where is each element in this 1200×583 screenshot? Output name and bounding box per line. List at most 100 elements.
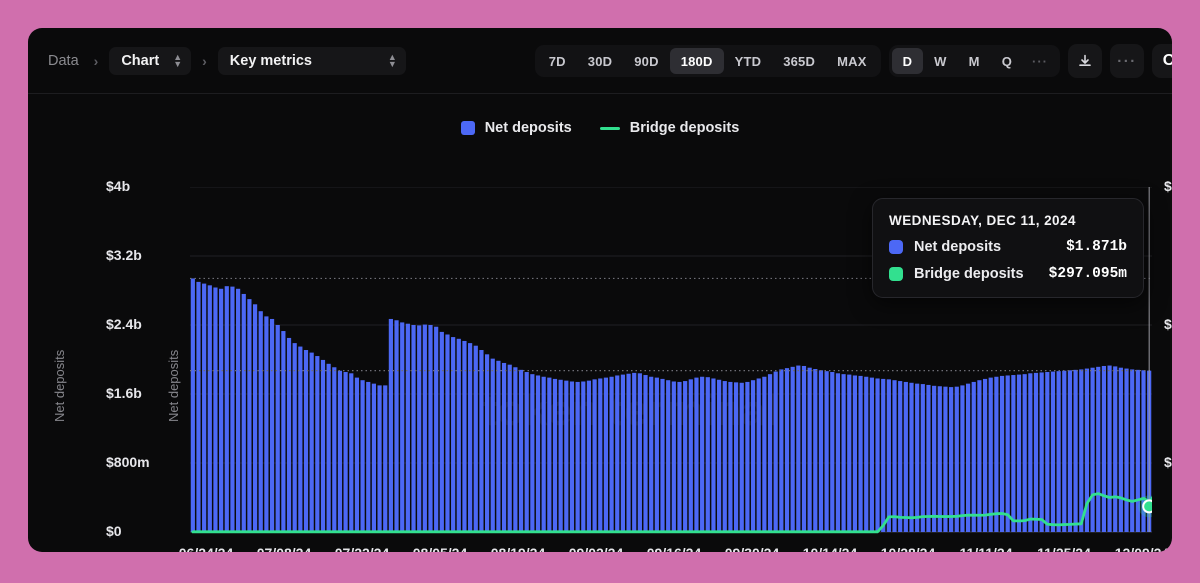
range-option-30d[interactable]: 30D: [577, 48, 623, 74]
granularity-option-q[interactable]: Q: [991, 48, 1023, 74]
range-option-max[interactable]: MAX: [826, 48, 878, 74]
bar: [751, 380, 755, 532]
bar: [706, 377, 710, 532]
bar: [915, 384, 919, 532]
bar: [349, 373, 353, 532]
tooltip-row-1: Net deposits$1.871b: [889, 239, 1127, 255]
bar: [502, 363, 506, 532]
granularity-option-d[interactable]: D: [892, 48, 924, 74]
bar: [989, 378, 993, 532]
x-tick-5: 09/02/24: [569, 545, 624, 552]
chart-legend: Net deposits Bridge deposits: [28, 120, 1172, 136]
bar: [723, 381, 727, 532]
bar: [445, 334, 449, 532]
bar: [632, 373, 636, 532]
tooltip-series-label: Bridge deposits: [914, 266, 1049, 282]
bar: [315, 356, 319, 532]
x-tick-8: 10/14/24: [803, 545, 858, 552]
bar: [225, 286, 229, 532]
bar: [638, 373, 642, 532]
bar: [1062, 371, 1066, 532]
chart-area: Net depositsBridge deposits token termin…: [28, 94, 1172, 552]
bar: [1119, 368, 1123, 532]
bar: [259, 311, 263, 532]
bar: [745, 382, 749, 532]
legend-label: Bridge deposits: [630, 120, 740, 136]
bar: [864, 377, 868, 532]
range-option-365d[interactable]: 365D: [772, 48, 826, 74]
highlighted-data-point[interactable]: [1143, 500, 1152, 512]
bar: [621, 375, 625, 532]
bar: [847, 375, 851, 532]
bar: [513, 367, 517, 532]
account-button[interactable]: O: [1152, 44, 1172, 78]
x-tick-0: 06/24/24: [179, 545, 234, 552]
download-button[interactable]: [1068, 44, 1102, 78]
bar: [242, 294, 246, 532]
page-root: Data › Chart ▲▼ › Key metrics ▲▼ 7D30D90…: [0, 0, 1200, 583]
range-option-7d[interactable]: 7D: [538, 48, 577, 74]
chart-type-select[interactable]: Chart ▲▼: [109, 47, 191, 75]
bar: [1006, 375, 1010, 532]
tooltip-series-value: $297.095m: [1049, 266, 1127, 282]
bar: [779, 369, 783, 532]
bar: [327, 364, 331, 532]
legend-label: Net deposits: [485, 120, 572, 136]
bar: [1102, 366, 1106, 532]
granularity-option-m[interactable]: M: [958, 48, 991, 74]
bar: [191, 278, 195, 532]
bar: [655, 378, 659, 532]
bar: [253, 304, 257, 532]
time-range-selector: 7D30D90D180DYTD365DMAX: [535, 45, 881, 77]
bar: [1130, 369, 1134, 532]
bar: [1034, 373, 1038, 532]
bar: [1090, 368, 1094, 532]
granularity-option-w[interactable]: W: [923, 48, 957, 74]
bar: [768, 374, 772, 532]
bar: [236, 289, 240, 532]
range-option-ytd[interactable]: YTD: [724, 48, 773, 74]
bar: [604, 378, 608, 532]
bar: [485, 354, 489, 532]
bar: [785, 368, 789, 532]
breadcrumb-root[interactable]: Data: [44, 53, 83, 69]
y-tick-5: $0: [106, 523, 122, 539]
bar: [643, 375, 647, 532]
bar: [921, 384, 925, 532]
bar: [802, 366, 806, 532]
range-option-180d[interactable]: 180D: [670, 48, 724, 74]
granularity-selector: DWMQ···: [889, 45, 1060, 77]
more-options-button[interactable]: ···: [1110, 44, 1144, 78]
bar: [219, 289, 223, 532]
bar: [943, 387, 947, 532]
granularity-more-button[interactable]: ···: [1023, 48, 1057, 74]
bar: [966, 384, 970, 532]
tooltip-date: WEDNESDAY, DEC 11, 2024: [889, 213, 1127, 228]
bar: [853, 375, 857, 532]
bar: [593, 379, 597, 532]
bar: [576, 382, 580, 532]
bar: [711, 378, 715, 532]
x-tick-11: 11/25/24: [1037, 545, 1091, 552]
y-tick-2: $2.4b: [106, 316, 142, 332]
tooltip-series-label: Net deposits: [914, 239, 1066, 255]
legend-marker-icon: [461, 121, 475, 135]
bar: [383, 385, 387, 532]
metric-select[interactable]: Key metrics ▲▼: [218, 47, 406, 75]
bar: [366, 382, 370, 532]
bar: [660, 379, 664, 532]
legend-item-2[interactable]: Bridge deposits: [600, 120, 740, 136]
legend-item-1[interactable]: Net deposits: [461, 120, 572, 136]
tooltip-series-value: $1.871b: [1066, 239, 1127, 255]
bar: [1096, 367, 1100, 532]
x-tick-3: 08/05/24: [413, 545, 468, 552]
y-tick-0: $4b: [106, 178, 130, 194]
bar: [909, 383, 913, 532]
x-tick-1: 07/08/24: [257, 545, 312, 552]
bar: [196, 282, 200, 532]
bar: [276, 325, 280, 532]
bar: [994, 377, 998, 532]
bar: [519, 370, 523, 532]
bar: [213, 287, 217, 532]
range-option-90d[interactable]: 90D: [623, 48, 669, 74]
